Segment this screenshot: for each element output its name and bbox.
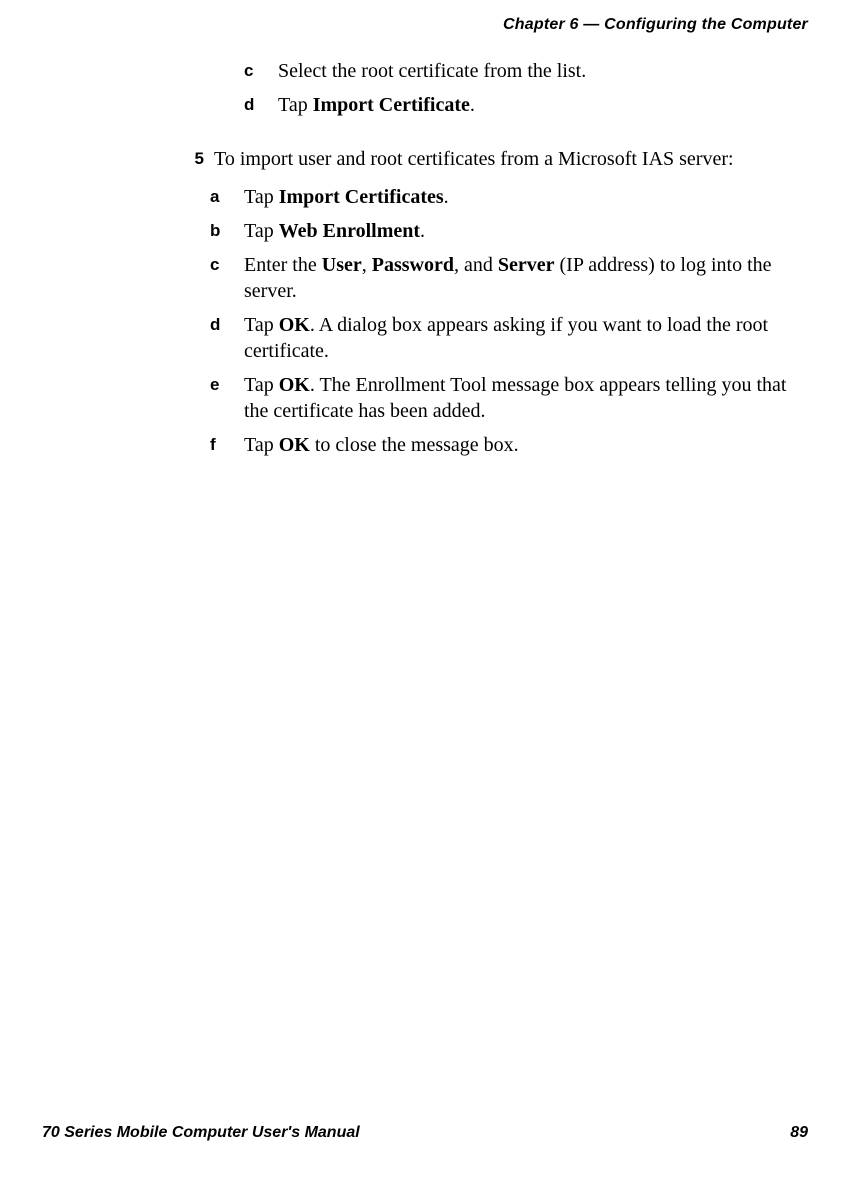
substep-c: c Select the root certificate from the l…: [244, 58, 798, 84]
bold-label: Password: [372, 254, 454, 276]
substep-marker: b: [210, 218, 244, 244]
step-5-sublist: a Tap Import Certificates. b Tap Web Enr…: [210, 184, 798, 458]
substep-text: Tap OK to close the message box.: [244, 432, 798, 458]
substep-b: b Tap Web Enrollment.: [210, 218, 798, 244]
substep-marker: e: [210, 372, 244, 398]
text: .: [444, 186, 449, 208]
bold-label: Server: [498, 254, 555, 276]
page: Chapter 6 — Configuring the Computer c S…: [0, 0, 850, 1178]
text: . A dialog box appears asking if you wan…: [244, 314, 768, 362]
step-text: To import user and root certificates fro…: [214, 146, 798, 172]
substep-text: Tap Import Certificate.: [278, 92, 798, 118]
substep-d: d Tap Import Certificate.: [244, 92, 798, 118]
substep-a: a Tap Import Certificates.: [210, 184, 798, 210]
step-5-intro: 5 To import user and root certificates f…: [176, 146, 798, 172]
substep-marker: a: [210, 184, 244, 210]
bold-label: OK: [279, 314, 310, 336]
substep-text: Enter the User, Password, and Server (IP…: [244, 252, 798, 304]
bold-label: OK: [279, 434, 310, 456]
substep-text: Select the root certificate from the lis…: [278, 58, 798, 84]
text: .: [470, 94, 475, 116]
substep-marker: f: [210, 432, 244, 458]
text: . The Enrollment Tool message box appear…: [244, 374, 786, 422]
substep-e: e Tap OK. The Enrollment Tool message bo…: [210, 372, 798, 424]
bold-label: Web Enrollment: [279, 220, 420, 242]
substep-marker: d: [244, 92, 278, 118]
text: Tap: [244, 314, 279, 336]
text: Tap: [278, 94, 313, 116]
text: Tap: [244, 186, 279, 208]
text: ,: [362, 254, 372, 276]
manual-title: 70 Series Mobile Computer User's Manual: [42, 1124, 360, 1142]
substep-text: Tap OK. The Enrollment Tool message box …: [244, 372, 798, 424]
prev-step-sublist: c Select the root certificate from the l…: [244, 58, 798, 118]
substep-d: d Tap OK. A dialog box appears asking if…: [210, 312, 798, 364]
text: , and: [454, 254, 498, 276]
text: Tap: [244, 220, 279, 242]
substep-c: c Enter the User, Password, and Server (…: [210, 252, 798, 304]
substep-text: Tap Import Certificates.: [244, 184, 798, 210]
bold-label: Import Certificate: [313, 94, 470, 116]
text: to close the message box.: [310, 434, 519, 456]
substep-marker: c: [210, 252, 244, 278]
substep-text: Tap OK. A dialog box appears asking if y…: [244, 312, 798, 364]
bold-label: Import Certificates: [279, 186, 444, 208]
substep-f: f Tap OK to close the message box.: [210, 432, 798, 458]
substep-marker: c: [244, 58, 278, 84]
text: Enter the: [244, 254, 322, 276]
substep-marker: d: [210, 312, 244, 338]
bold-label: User: [322, 254, 362, 276]
step-marker: 5: [176, 146, 204, 172]
step-5: 5 To import user and root certificates f…: [176, 146, 798, 458]
content-area: c Select the root certificate from the l…: [210, 58, 798, 458]
text: Tap: [244, 434, 279, 456]
text: .: [420, 220, 425, 242]
bold-label: OK: [279, 374, 310, 396]
substep-text: Tap Web Enrollment.: [244, 218, 798, 244]
page-footer: 70 Series Mobile Computer User's Manual …: [42, 1124, 808, 1142]
page-number: 89: [790, 1124, 808, 1142]
text: Tap: [244, 374, 279, 396]
chapter-header: Chapter 6 — Configuring the Computer: [42, 16, 808, 34]
